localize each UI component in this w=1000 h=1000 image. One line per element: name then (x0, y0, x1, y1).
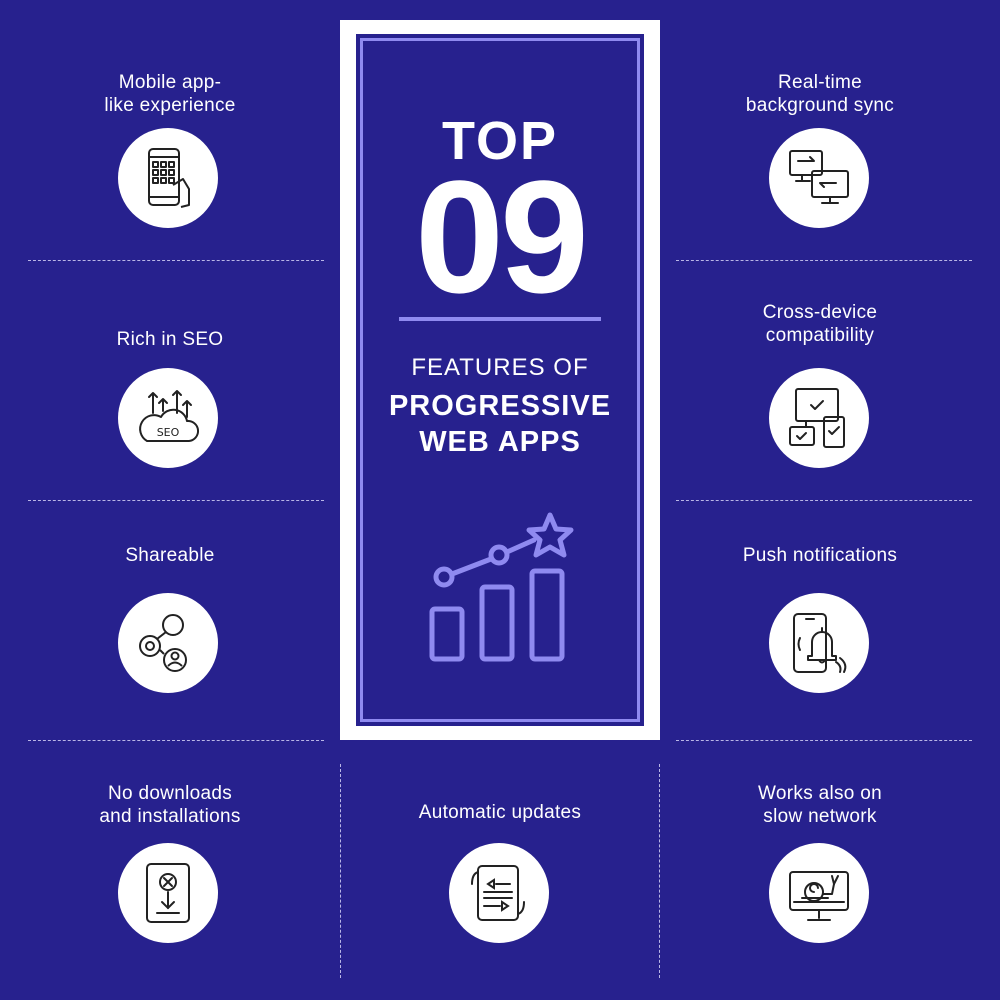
feature-slow: Works also on slow network (670, 782, 970, 828)
divider-left-1 (28, 260, 324, 261)
auto-update-icon (471, 865, 525, 921)
feature-nodownload: No downloads and installations (20, 782, 320, 828)
feature-share: Shareable (20, 544, 320, 567)
share-users-icon (139, 614, 187, 672)
feature-updates: Automatic updates (350, 801, 650, 824)
title-rule (399, 317, 601, 321)
divider-vertical-right (659, 764, 660, 978)
feature-push-label: Push notifications (742, 545, 898, 566)
snail-monitor-icon (789, 871, 849, 921)
title-panel: TOP 09 FEATURES OF PROGRESSIVE WEB APPS (340, 20, 660, 740)
divider-vertical-left (340, 764, 341, 978)
divider-left-3 (28, 740, 324, 741)
feature-slow-label: Works also on slow network (758, 783, 882, 827)
no-download-icon (146, 863, 190, 923)
growth-chart-star-icon (429, 512, 574, 662)
title-progressive-web-apps: PROGRESSIVE WEB APPS (388, 390, 612, 458)
divider-right-1 (676, 260, 972, 261)
mobile-touch-icon (148, 148, 190, 208)
feature-updates-label: Automatic updates (418, 802, 582, 823)
title-number: 09 (415, 147, 589, 326)
feature-nodownload-label: No downloads and installations (99, 783, 241, 827)
feature-mobile: Mobile app- like experience (20, 71, 320, 117)
feature-share-label: Shareable (125, 545, 215, 566)
feature-updates-badge (449, 843, 549, 943)
feature-sync-badge (769, 128, 869, 228)
feature-sync: Real-time background sync (670, 71, 970, 117)
feature-mobile-label: Mobile app- like experience (104, 72, 236, 116)
sync-monitors-icon (789, 150, 849, 204)
feature-slow-badge (769, 843, 869, 943)
divider-right-3 (676, 740, 972, 741)
feature-seo: Rich in SEO (20, 328, 320, 351)
feature-sync-label: Real-time background sync (745, 72, 895, 116)
feature-crossdevice-label: Cross-device compatibility (762, 302, 878, 346)
seo-cloud-icon: SEO (139, 390, 199, 442)
feature-seo-badge: SEO (118, 368, 218, 468)
feature-mobile-badge (118, 128, 218, 228)
devices-check-icon (789, 388, 845, 448)
svg-text:SEO: SEO (157, 426, 180, 439)
phone-bell-icon (793, 613, 847, 673)
feature-share-badge (118, 593, 218, 693)
divider-left-2 (28, 500, 324, 501)
feature-nodownload-badge (118, 843, 218, 943)
feature-seo-label: Rich in SEO (116, 329, 224, 350)
title-panel-inner: TOP 09 FEATURES OF PROGRESSIVE WEB APPS (356, 34, 644, 726)
divider-right-2 (676, 500, 972, 501)
feature-crossdevice-badge (769, 368, 869, 468)
title-features-of: FEATURES OF (411, 354, 589, 381)
feature-push: Push notifications (670, 544, 970, 567)
feature-crossdevice: Cross-device compatibility (670, 301, 970, 347)
feature-push-badge (769, 593, 869, 693)
